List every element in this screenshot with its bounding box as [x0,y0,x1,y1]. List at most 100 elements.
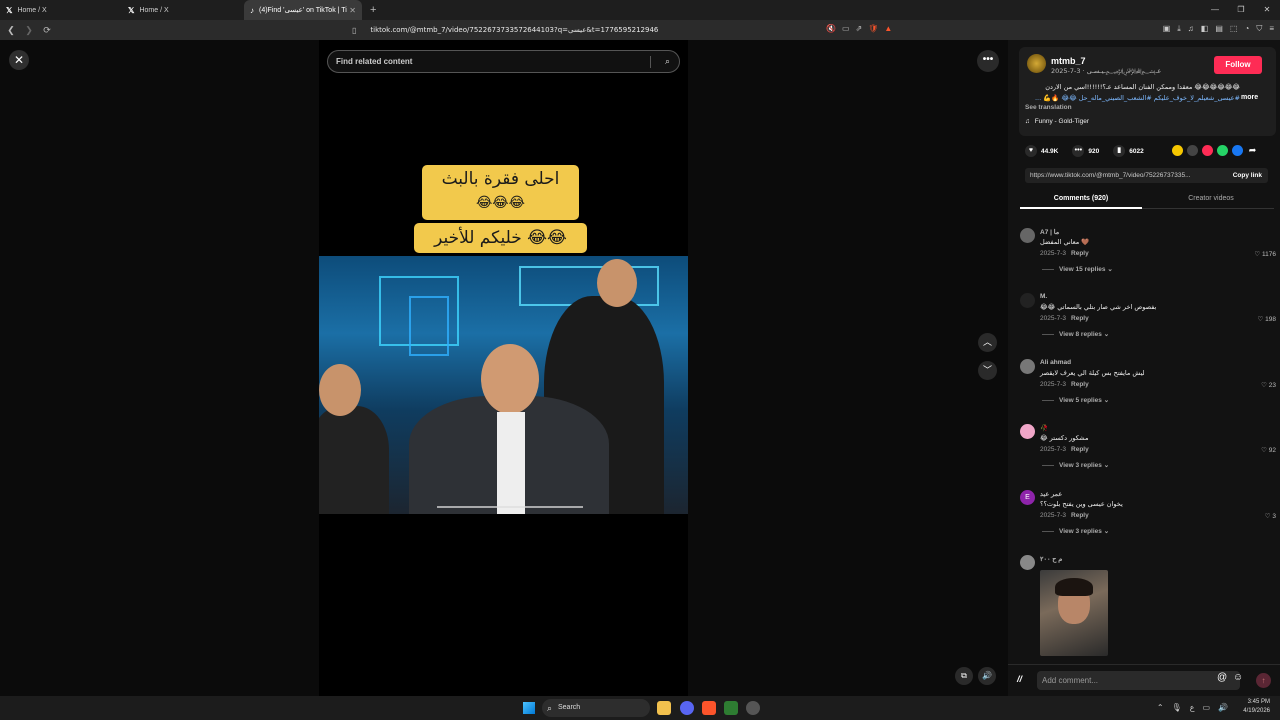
extensions-icon[interactable]: ⬚ [1230,24,1238,34]
comment-author[interactable]: A7 | ما [1040,228,1059,236]
chevron-up-icon[interactable]: ⌃ [1157,703,1164,712]
copy-link-button[interactable]: Copy link [1233,168,1262,183]
brave-icon[interactable] [702,701,716,715]
folder-icon[interactable] [657,701,671,715]
mute-icon[interactable]: 🔇 [826,24,836,33]
more-options-icon[interactable]: ••• [977,50,999,72]
facebook-icon[interactable] [1232,145,1243,156]
comment-like[interactable]: ♡ 1176 [1254,250,1276,258]
search-icon[interactable]: ⌕ [665,56,670,67]
reply-button[interactable]: Reply [1071,250,1089,257]
send-icon[interactable] [1202,145,1213,156]
volume-icon[interactable]: 🔊 [978,667,996,685]
avatar[interactable] [1020,424,1035,439]
maximize-icon[interactable]: ❐ [1228,0,1254,20]
view-replies-button[interactable]: View 8 replies ⌄ [1042,330,1109,338]
avatar[interactable] [1020,359,1035,374]
avatar[interactable]: E [1020,490,1035,505]
shield-icon[interactable]: ⛉ [1256,24,1262,34]
more-link[interactable]: more [1241,94,1258,101]
download-icon[interactable]: ⤓ [1177,24,1181,34]
comment-author[interactable]: م ح ٢٠٠ [1040,555,1062,563]
minimize-icon[interactable]: — [1202,0,1228,20]
search-input[interactable]: Find related content ⌕ [327,50,680,73]
code-icon[interactable] [1187,145,1198,156]
music-icon[interactable]: ♫ [1188,24,1194,34]
comment-author[interactable]: M. [1040,293,1047,300]
send-icon[interactable]: ↑ [1256,673,1271,688]
avatar[interactable] [1027,54,1046,73]
language-icon[interactable]: ع [1190,703,1195,712]
wallet-icon[interactable]: ▣ [1163,24,1171,34]
close-icon[interactable]: ✕ [9,50,29,70]
comment-author[interactable]: 🥀 [1040,424,1048,432]
tab-creator-videos[interactable]: Creator videos [1150,189,1272,209]
tab-home-x-2[interactable]: 𝕏 Home / X [122,0,244,20]
avatar[interactable] [1020,555,1035,570]
music-row[interactable]: ♫ Funny - Gold-Tiger [1025,118,1089,125]
view-replies-button[interactable]: View 3 replies ⌄ [1042,461,1109,469]
avatar[interactable] [1020,293,1035,308]
tab-comments[interactable]: Comments (920) [1020,189,1142,209]
comment-like[interactable]: ♡ 198 [1258,315,1277,323]
slash-icon[interactable]: // [1017,674,1022,684]
tabs-icon[interactable]: ▤ [1215,24,1223,34]
bookmark-icon[interactable]: ▯ [352,26,356,35]
forward-icon[interactable]: ❯ [22,25,36,36]
vpn-icon[interactable]: ◔ [1244,24,1249,34]
reply-button[interactable]: Reply [1071,315,1089,322]
new-tab-button[interactable]: + [362,4,384,16]
network-icon[interactable]: ▭ [1202,703,1210,712]
close-window-icon[interactable]: ✕ [1254,0,1280,20]
chevron-down-icon[interactable]: ﹀ [978,361,997,380]
author-name[interactable]: mtmb_7 [1051,56,1086,66]
close-tab-icon[interactable]: ✕ [349,6,356,15]
comment-like[interactable]: ♡ 3 [1265,512,1276,520]
cast-icon[interactable]: ▭ [842,24,850,33]
brave-rewards-icon[interactable]: ▲ [884,24,892,33]
avatar[interactable] [1020,228,1035,243]
video-player[interactable]: Find related content ⌕ احلى فقرة بالبث 😂… [319,40,688,696]
comment-icon[interactable]: ••• [1072,145,1085,157]
comment-like[interactable]: ♡ 92 [1261,446,1276,454]
video-hashtags[interactable]: #عيسى_شعيلم_لا_خوف_عليكم #الشعب_الصيني_م… [1025,94,1240,102]
comment-input[interactable]: Add comment... [1037,671,1240,690]
share-page-icon[interactable]: ⇗ [856,24,863,33]
reply-button[interactable]: Reply [1071,381,1089,388]
view-replies-button[interactable]: View 5 replies ⌄ [1042,396,1109,404]
speaker-icon[interactable]: 🔊 [1218,703,1228,712]
view-replies-button[interactable]: View 3 replies ⌄ [1042,527,1109,535]
emoji-icon[interactable]: ☺ [1233,672,1243,683]
video-progress-bar[interactable] [437,506,583,508]
pip-icon[interactable]: ⧉ [955,667,973,685]
reply-button[interactable]: Reply [1071,446,1089,453]
comment-image[interactable] [1040,570,1108,656]
comment-like[interactable]: ♡ 23 [1261,381,1276,389]
mention-icon[interactable]: @ [1217,672,1227,683]
reply-button[interactable]: Reply [1071,512,1089,519]
app-icon[interactable] [724,701,738,715]
whatsapp-icon[interactable] [1217,145,1228,156]
share-link-field[interactable]: https://www.tiktok.com/@mtmb_7/video/752… [1025,168,1268,183]
brave-shield-icon[interactable]: 🛡 [868,24,878,33]
menu-icon[interactable]: ≡ [1269,24,1274,34]
taskbar-search[interactable]: Search [542,699,650,717]
embed-icon[interactable] [1172,145,1183,156]
mic-icon[interactable]: 🎙 [1172,703,1182,712]
windows-start-icon[interactable] [523,702,535,714]
comment-author[interactable]: Ali ahmad [1040,359,1071,366]
chevron-up-icon[interactable]: ︿ [978,333,997,352]
view-replies-button[interactable]: View 15 replies ⌄ [1042,265,1113,273]
comment-author[interactable]: عمر عبد [1040,490,1062,498]
follow-button[interactable]: Follow [1214,56,1262,74]
back-icon[interactable]: ❮ [4,25,18,36]
clock[interactable]: 3:45 PM 4/19/2026 [1243,698,1270,716]
reload-icon[interactable]: ⟳ [40,25,54,36]
steam-icon[interactable] [746,701,760,715]
heart-icon[interactable]: ♥ [1025,145,1037,157]
see-translation-link[interactable]: See translation [1025,104,1072,111]
bookmark-icon[interactable]: ▮ [1113,145,1126,157]
tab-tiktok[interactable]: ♪ (4)Find 'عيسى' on TikTok | Tik ✕ [244,0,362,20]
tab-home-x-1[interactable]: 𝕏 Home / X [0,0,122,20]
sidebar-icon[interactable]: ◧ [1201,24,1209,34]
